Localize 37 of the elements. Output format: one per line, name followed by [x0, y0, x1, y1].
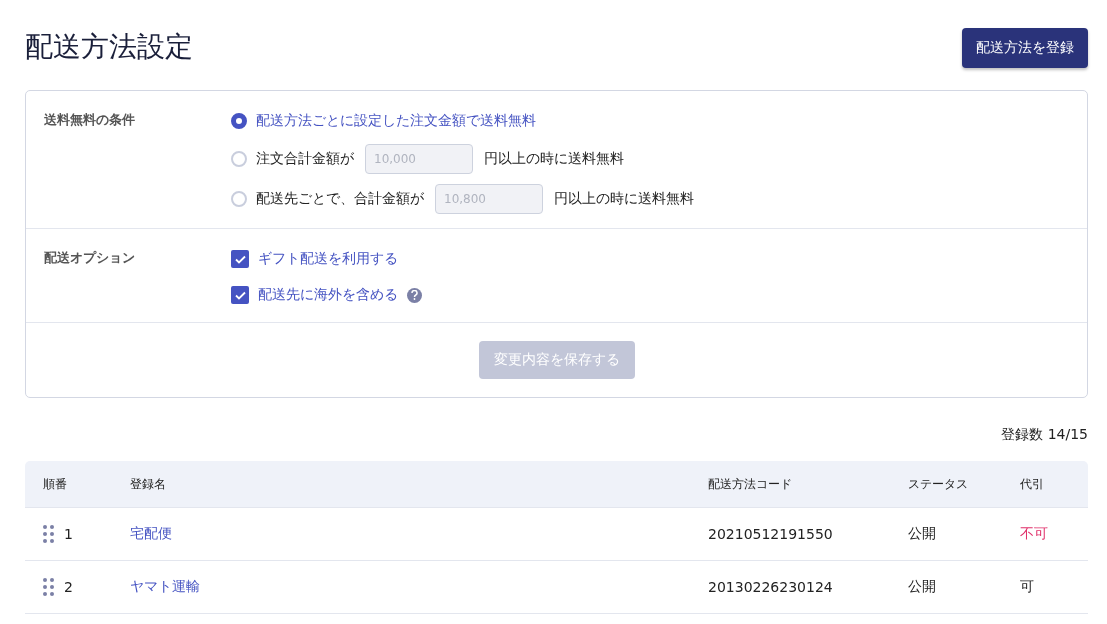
help-icon[interactable]	[407, 287, 422, 303]
shipping-name-link[interactable]: ヤマト運輸	[130, 578, 708, 596]
table-cell: 20130226230124	[708, 579, 833, 595]
option-label: 配送先ごとで、合計金額が	[256, 190, 424, 208]
page-title: 配送方法設定	[25, 29, 193, 65]
table-cell: 公開	[908, 525, 936, 543]
table-cell: 可	[1020, 578, 1034, 596]
table-cell: 公開	[908, 578, 936, 596]
column-header: 順番	[43, 475, 67, 493]
option-label: ギフト配送を利用する	[258, 250, 398, 268]
drag-handle-icon[interactable]	[43, 578, 54, 596]
option-label: 円以上の時に送料無料	[554, 190, 694, 208]
shipping-name-link[interactable]: 宅配便	[130, 525, 708, 543]
section-label: 配送オプション	[44, 249, 136, 267]
column-header: ステータス	[908, 475, 968, 493]
table-cell: 20210512191550	[708, 526, 833, 542]
column-header: 代引	[1020, 475, 1044, 493]
section-label: 送料無料の条件	[44, 111, 136, 129]
column-header: 登録名	[130, 475, 166, 493]
amount-field[interactable]: 10,800	[435, 184, 543, 214]
amount-field[interactable]: 10,000	[365, 144, 473, 174]
table-cell: 1	[64, 526, 73, 542]
drag-handle-icon[interactable]	[43, 525, 54, 543]
option-label: 配送方法ごとに設定した注文金額で送料無料	[256, 112, 536, 130]
column-header: 配送方法コード	[708, 475, 792, 493]
radio-button[interactable]	[231, 113, 247, 129]
table-cell: 不可	[1020, 525, 1048, 543]
checkmark-icon	[234, 254, 246, 264]
table-cell: 2	[64, 579, 73, 595]
option-label: 円以上の時に送料無料	[484, 150, 624, 168]
register-button[interactable]: 配送方法を登録	[962, 28, 1088, 68]
option-label: 配送先に海外を含める	[258, 286, 398, 304]
checkbox[interactable]	[231, 286, 249, 304]
registration-count: 登録数 14/15	[1000, 426, 1088, 444]
option-label: 注文合計金額が	[256, 150, 354, 168]
checkbox[interactable]	[231, 250, 249, 268]
checkmark-icon	[234, 290, 246, 300]
